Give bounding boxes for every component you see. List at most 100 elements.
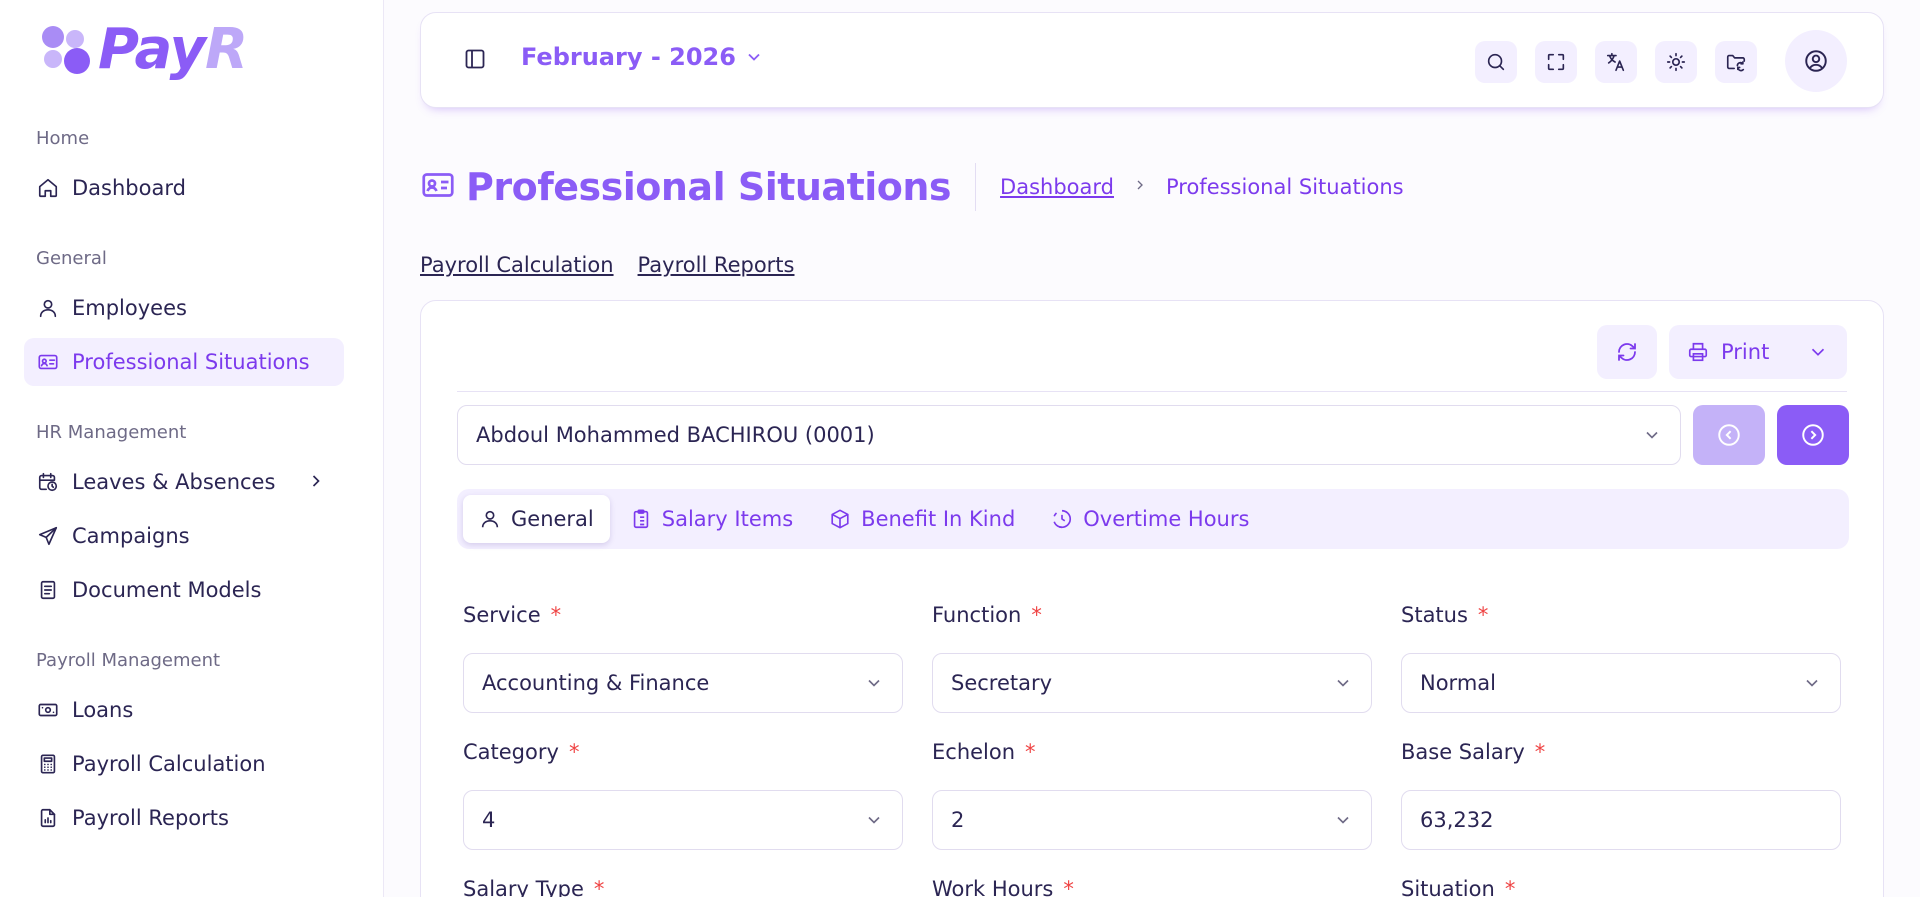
echelon-select[interactable]: 2 xyxy=(932,790,1372,850)
quick-link-payroll-calculation[interactable]: Payroll Calculation xyxy=(420,253,614,277)
chevron-down-icon xyxy=(748,53,760,61)
sidebar-item-label: Payroll Reports xyxy=(72,806,229,830)
sidebar-item-document-models[interactable]: Document Models xyxy=(24,566,344,614)
field-label-work-hours: Work Hours * xyxy=(932,877,1074,897)
field-label-function: Function * xyxy=(932,603,1042,627)
tab-overtime-hours[interactable]: Overtime Hours xyxy=(1035,495,1265,543)
sidebar-item-employees[interactable]: Employees xyxy=(24,284,344,332)
field-function: Function * Secretary xyxy=(932,603,1372,713)
quick-links: Payroll Calculation Payroll Reports xyxy=(420,253,794,277)
language-button[interactable] xyxy=(1595,41,1637,83)
card-toolbar: Print xyxy=(1597,325,1847,379)
nav-section-payroll: Payroll Management xyxy=(36,650,221,671)
theme-toggle-button[interactable] xyxy=(1655,41,1697,83)
chevron-down-icon xyxy=(868,816,880,824)
tab-salary-items[interactable]: Salary Items xyxy=(614,495,809,543)
chevron-down-icon xyxy=(1646,431,1658,439)
breadcrumb-dashboard-link[interactable]: Dashboard xyxy=(1000,175,1114,199)
id-card-icon xyxy=(420,167,456,207)
employee-select-value: Abdoul Mohammed BACHIROU (0001) xyxy=(476,423,875,447)
echelon-value: 2 xyxy=(951,808,965,832)
fullscreen-button[interactable] xyxy=(1535,41,1577,83)
sidebar-item-label: Leaves & Absences xyxy=(72,470,276,494)
field-service: Service * Accounting & Finance xyxy=(463,603,903,713)
brand-name: PayR xyxy=(98,17,248,82)
period-selector[interactable]: February - 2026 xyxy=(521,43,764,71)
chevron-down-icon xyxy=(1337,679,1349,687)
quick-link-payroll-reports[interactable]: Payroll Reports xyxy=(638,253,795,277)
function-select[interactable]: Secretary xyxy=(932,653,1372,713)
function-value: Secretary xyxy=(951,671,1053,695)
sidebar-item-payroll-calculation[interactable]: Payroll Calculation xyxy=(24,740,344,788)
situation-tabs: General Salary Items Benefit In Kind Ove… xyxy=(457,489,1849,549)
chevron-down-icon xyxy=(868,679,880,687)
user-icon xyxy=(36,296,60,320)
chevron-right-icon xyxy=(1132,177,1148,197)
next-employee-button[interactable] xyxy=(1777,405,1849,465)
sidebar-item-professional-situations[interactable]: Professional Situations xyxy=(24,338,344,386)
field-label-service: Service * xyxy=(463,603,562,627)
category-select[interactable]: 4 xyxy=(463,790,903,850)
chevron-right-circle-icon xyxy=(1802,424,1824,446)
folder-sync-button[interactable] xyxy=(1715,41,1757,83)
home-icon xyxy=(36,176,60,200)
previous-employee-button[interactable] xyxy=(1693,405,1765,465)
field-label-category: Category * xyxy=(463,740,580,764)
field-category: Category * 4 xyxy=(463,740,903,850)
folder-sync-icon xyxy=(1726,54,1746,72)
status-value: Normal xyxy=(1420,671,1496,695)
brand-logo[interactable]: PayR xyxy=(42,17,248,82)
calendar-clock-icon xyxy=(36,470,60,494)
sidebar-item-leaves-absences[interactable]: Leaves & Absences xyxy=(24,458,344,506)
send-icon xyxy=(36,524,60,548)
sidebar-item-label: Professional Situations xyxy=(72,350,310,374)
tab-label: Overtime Hours xyxy=(1083,507,1250,531)
field-work-hours: Work Hours * xyxy=(932,877,1372,897)
refresh-icon xyxy=(1618,343,1636,361)
situation-card: Print Abdoul Mohammed BACHIROU (0001) Ge… xyxy=(420,300,1884,897)
sidebar-item-dashboard[interactable]: Dashboard xyxy=(24,164,344,212)
employee-select[interactable]: Abdoul Mohammed BACHIROU (0001) xyxy=(457,405,1681,465)
service-select[interactable]: Accounting & Finance xyxy=(463,653,903,713)
tab-general[interactable]: General xyxy=(463,495,610,543)
chevron-left-circle-icon xyxy=(1718,424,1740,446)
refresh-button[interactable] xyxy=(1597,325,1657,379)
tab-label: General xyxy=(511,507,594,531)
status-select[interactable]: Normal xyxy=(1401,653,1841,713)
category-value: 4 xyxy=(482,808,496,832)
search-button[interactable] xyxy=(1475,41,1517,83)
sidebar-item-label: Payroll Calculation xyxy=(72,752,266,776)
sidebar-item-loans[interactable]: Loans xyxy=(24,686,344,734)
field-label-salary-type: Salary Type * xyxy=(463,877,605,897)
tab-benefit-in-kind[interactable]: Benefit In Kind xyxy=(813,495,1031,543)
breadcrumb-current: Professional Situations xyxy=(1165,175,1404,199)
field-status: Status * Normal xyxy=(1401,603,1841,713)
base-salary-value: 63,232 xyxy=(1420,808,1494,832)
field-label-base-salary: Base Salary * xyxy=(1401,740,1546,764)
field-echelon: Echelon * 2 xyxy=(932,740,1372,850)
user-avatar[interactable] xyxy=(1785,30,1847,92)
user-circle-icon xyxy=(1805,50,1827,72)
sidebar-toggle-icon[interactable] xyxy=(463,47,491,75)
chevron-down-icon xyxy=(1806,679,1818,687)
translate-icon xyxy=(1606,52,1625,72)
money-icon xyxy=(36,698,60,722)
nav-section-general: General xyxy=(36,248,107,269)
page-header: Professional Situations Dashboard Profes… xyxy=(420,160,1404,214)
nav-section-hr: HR Management xyxy=(36,422,187,443)
base-salary-input[interactable]: 63,232 xyxy=(1401,790,1841,850)
sidebar-item-label: Campaigns xyxy=(72,524,190,548)
service-value: Accounting & Finance xyxy=(482,671,710,695)
id-card-icon xyxy=(36,350,60,374)
user-icon xyxy=(481,510,499,528)
field-situation: Situation * xyxy=(1401,877,1841,897)
clipboard-icon xyxy=(633,509,649,529)
print-button[interactable]: Print xyxy=(1669,325,1847,379)
nav-section-home: Home xyxy=(36,128,90,149)
sidebar-item-campaigns[interactable]: Campaigns xyxy=(24,512,344,560)
chevron-down-icon xyxy=(1811,348,1825,356)
sidebar: PayR Home Dashboard General Employees Pr… xyxy=(0,0,384,897)
chevron-down-icon xyxy=(1337,816,1349,824)
logo-mark-icon xyxy=(42,26,90,74)
sidebar-item-payroll-reports[interactable]: Payroll Reports xyxy=(24,794,344,842)
